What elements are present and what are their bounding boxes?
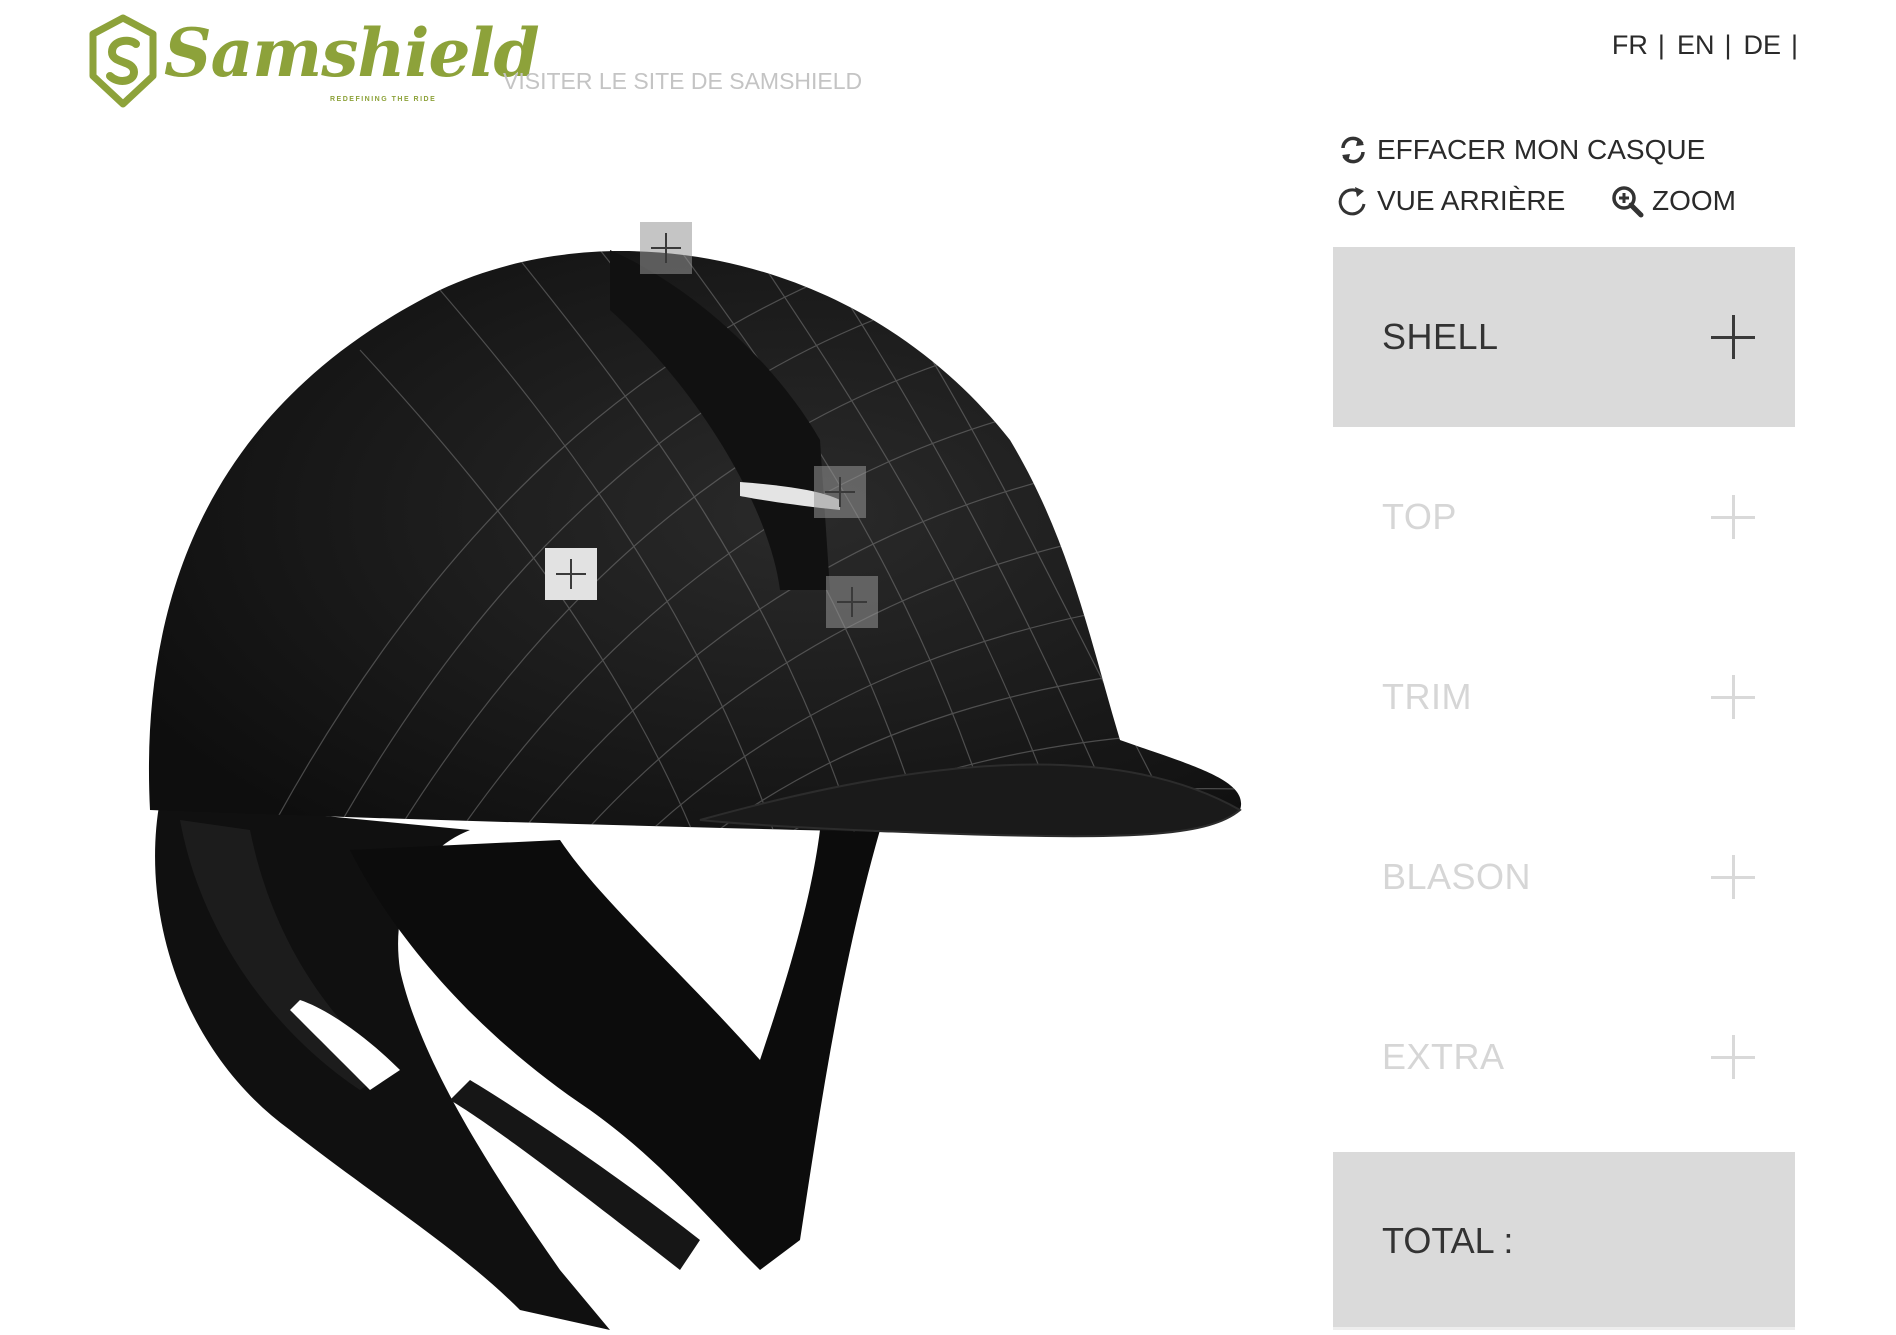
section-label: SHELL — [1382, 316, 1499, 357]
hotspot-blason[interactable] — [814, 466, 866, 518]
hotspot-plus-icon — [651, 233, 681, 263]
brand-name: Samshield — [164, 14, 540, 92]
zoom-in-icon — [1612, 186, 1644, 218]
lang-separator: | — [1790, 30, 1798, 60]
helmet-image — [148, 250, 1242, 1330]
total-label: TOTAL : — [1382, 1220, 1514, 1261]
lang-de[interactable]: DE — [1743, 30, 1781, 61]
lang-en[interactable]: EN — [1677, 30, 1715, 61]
back-view-button[interactable]: VUE ARRIÈRE — [1337, 184, 1565, 218]
brand-tagline: REDEFINING THE RIDE — [330, 96, 437, 103]
lang-separator: | — [1724, 30, 1732, 60]
hotspot-trim[interactable] — [826, 576, 878, 628]
customizer-panel: SHELL TOP TRIM BLASON EXTRA — [1333, 247, 1795, 1147]
section-label: TOP — [1382, 496, 1457, 537]
refresh-icon — [1341, 136, 1365, 164]
hotspot-plus-icon — [837, 587, 867, 617]
expand-plus-icon — [1711, 675, 1755, 719]
lang-separator: | — [1657, 30, 1665, 60]
section-blason[interactable]: BLASON — [1333, 787, 1795, 967]
zoom-label: ZOOM — [1652, 185, 1736, 216]
zoom-button[interactable]: ZOOM — [1610, 184, 1736, 218]
expand-plus-icon — [1711, 315, 1755, 359]
visit-site-link[interactable]: VISITER LE SITE DE SAMSHIELD — [503, 68, 862, 95]
expand-plus-icon — [1711, 855, 1755, 899]
hotspot-plus-icon — [825, 477, 855, 507]
lang-fr[interactable]: FR — [1612, 30, 1648, 61]
section-extra[interactable]: EXTRA — [1333, 967, 1795, 1147]
expand-plus-icon — [1711, 1035, 1755, 1079]
samshield-logo[interactable]: Samshield REDEFINING THE RIDE — [88, 14, 540, 110]
section-label: TRIM — [1382, 676, 1472, 717]
expand-plus-icon — [1711, 495, 1755, 539]
section-shell[interactable]: SHELL — [1333, 247, 1795, 427]
total-price-box: TOTAL : — [1333, 1152, 1795, 1330]
section-label: BLASON — [1382, 856, 1532, 897]
helmet-preview[interactable] — [140, 210, 1260, 1330]
rotate-icon — [1338, 187, 1366, 216]
back-view-label: VUE ARRIÈRE — [1377, 185, 1566, 216]
section-label: EXTRA — [1382, 1036, 1505, 1077]
section-trim[interactable]: TRIM — [1333, 607, 1795, 787]
hotspot-plus-icon — [556, 559, 586, 589]
reset-helmet-button[interactable]: EFFACER MON CASQUE — [1337, 134, 1705, 166]
shield-logo-icon — [89, 14, 157, 108]
hotspot-top-vent[interactable] — [640, 222, 692, 274]
section-top[interactable]: TOP — [1333, 427, 1795, 607]
reset-helmet-label: EFFACER MON CASQUE — [1377, 134, 1706, 165]
language-switcher: FR | EN | DE | — [1612, 30, 1798, 61]
hotspot-shell[interactable] — [545, 548, 597, 600]
